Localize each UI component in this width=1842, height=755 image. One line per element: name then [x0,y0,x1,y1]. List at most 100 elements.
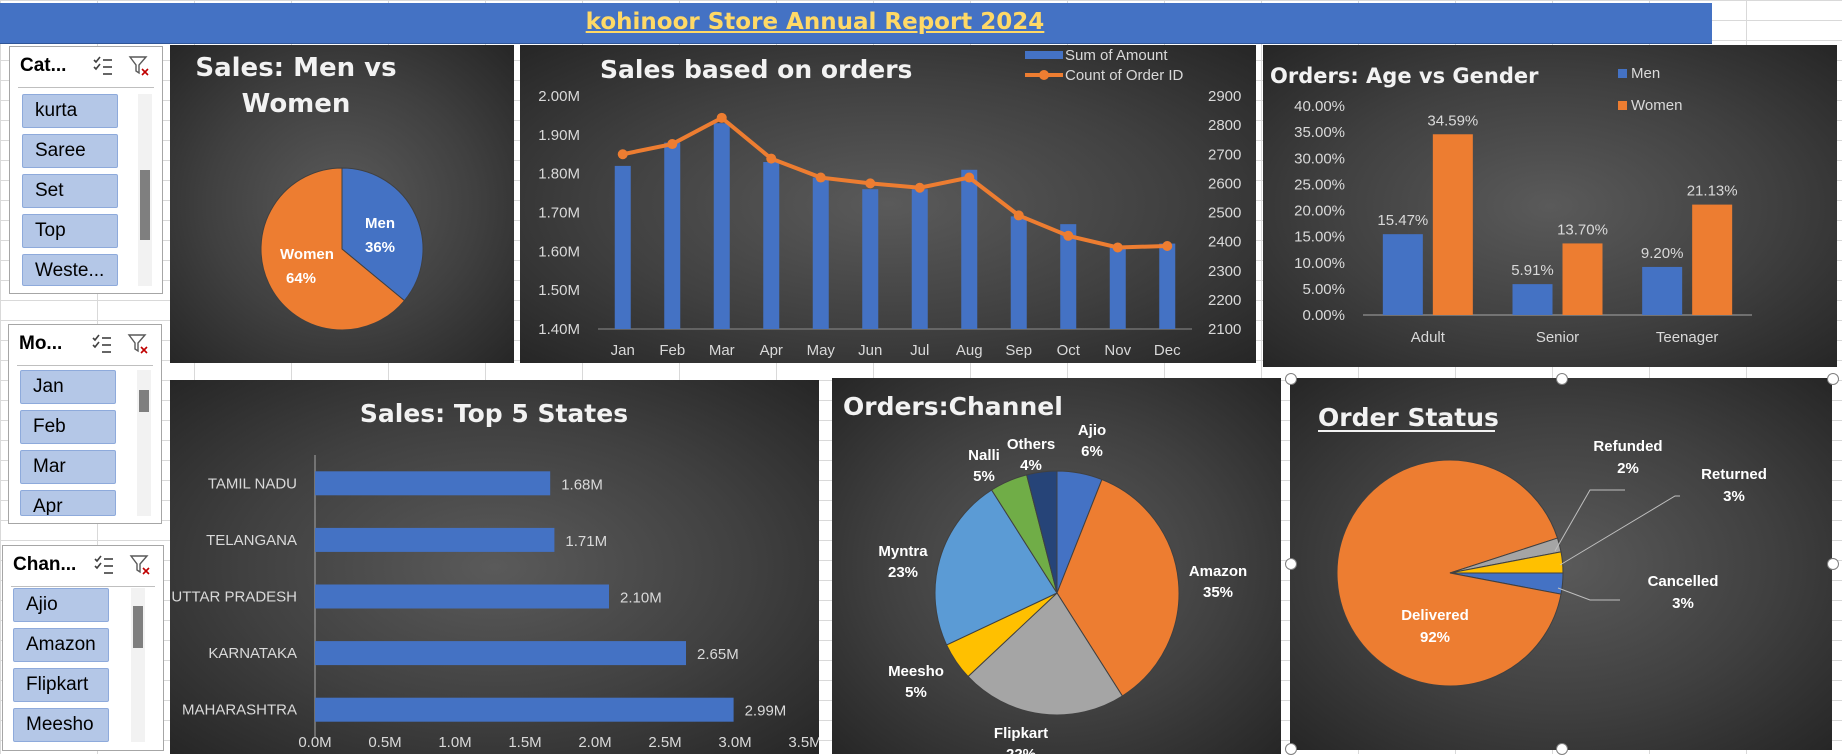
chart-title: Sales: Men vs [195,53,396,83]
y-tick-label: 1.80M [538,166,580,183]
data-label: 5% [973,468,995,485]
multi-select-icon[interactable] [91,333,113,355]
slicer-item[interactable]: Ajio [13,588,109,622]
slicer-scrollbar[interactable] [137,370,151,516]
y2-tick-label: 2100 [1208,321,1241,338]
resize-handle[interactable] [1285,373,1297,385]
x-tick-label: Senior [1536,329,1579,346]
legend-swatch [1618,69,1627,78]
slicer-scrollbar[interactable] [138,94,152,286]
y2-tick-label: 2900 [1208,88,1241,105]
resize-handle[interactable] [1827,558,1839,570]
y2-tick-label: 2700 [1208,146,1241,163]
x-tick-label: May [807,342,836,359]
slicer-item[interactable]: Weste... [22,254,118,286]
line-point [1013,210,1024,221]
legend-swatch [1039,70,1049,80]
y-tick-label: 1.70M [538,205,580,222]
clear-filter-icon[interactable] [129,554,151,576]
clear-filter-icon[interactable] [128,55,150,77]
data-label: 15.47% [1377,212,1428,229]
chart-channel: Orders:Channel Ajio 6% Amazon 35% Flipkart 22%… [832,378,1281,754]
data-label: 5% [905,684,927,701]
resize-handle[interactable] [1556,373,1568,385]
slicer-item[interactable]: Meesho [13,708,109,742]
legend-label: Women [1631,97,1682,114]
bar [1432,134,1473,315]
data-label: Flipkart [994,725,1048,742]
data-label: 9.20% [1641,245,1684,262]
data-label: Others [1007,436,1055,453]
x-tick-label: Feb [659,342,685,359]
line-point [1112,242,1123,253]
slicer-item[interactable]: Feb [20,410,116,444]
y-tick-label: 1.90M [538,127,580,144]
chart-title: Women [242,89,351,119]
leader-line [1559,495,1680,566]
x-tick-label: Mar [709,342,735,359]
slicer-scrollbar[interactable] [131,588,145,742]
y-tick-label: 30.00% [1294,150,1345,167]
x-tick-label: Teenager [1656,329,1719,346]
multi-select-icon[interactable] [93,554,115,576]
x-tick-label: Aug [956,342,983,359]
resize-handle[interactable] [1827,373,1839,385]
data-label: 5.91% [1511,262,1554,279]
bar [1109,247,1126,329]
slicer-item[interactable]: Top [22,214,118,248]
x-tick-label: 1.5M [508,734,541,751]
y2-tick-label: 2800 [1208,117,1241,134]
data-label: 3% [1723,488,1745,505]
bar [1562,243,1603,315]
slicer-item[interactable]: Jan [20,370,116,404]
report-title: kohinoor Store Annual Report 2024 [585,9,1045,35]
data-label: 1.71M [565,533,607,550]
slicer-item[interactable]: Mar [20,450,116,484]
slicer-item[interactable]: kurta [22,94,118,128]
slicer-channel[interactable]: Chan... Ajio Amazon Flipkart Meesho [2,545,164,751]
y-tick-label: 0.00% [1302,307,1345,324]
data-label: Myntra [878,543,928,560]
bar [812,177,829,329]
y2-tick-label: 2300 [1208,263,1241,280]
line-point [964,172,975,183]
slicer-item[interactable]: Flipkart [13,668,109,702]
slicer-item[interactable]: Set [22,174,118,208]
chart-men-women: Sales: Men vs Women Men 36% Women 64% [170,45,514,363]
resize-handle[interactable] [1285,743,1297,755]
y-tick-label: UTTAR PRADESH [171,589,297,606]
resize-handle[interactable] [1285,558,1297,570]
y-tick-label: 25.00% [1294,176,1345,193]
bar [315,697,734,722]
y2-tick-label: 2200 [1208,292,1241,309]
slicer-month[interactable]: Mo... Jan Feb Mar Apr [8,324,162,524]
data-label: 21.13% [1687,183,1738,200]
data-label: 36% [365,239,395,256]
x-tick-label: Jun [858,342,882,359]
x-tick-label: Oct [1057,342,1081,359]
x-tick-label: Adult [1411,329,1446,346]
bar [763,162,780,329]
slicer-item[interactable]: Saree [22,134,118,168]
data-label: 2% [1617,460,1639,477]
slicer-item[interactable]: Apr [20,490,116,516]
data-label: 2.10M [620,590,662,607]
y-tick-label: 20.00% [1294,203,1345,220]
slicer-item[interactable]: Amazon [13,628,109,662]
chart-age-gender: Orders: Age vs Gender 40.00% 35.00% 30.00% 2… [1263,45,1837,367]
chart-order-status[interactable]: Order Status Cancelled 3% Delivered 92% Refun… [1290,378,1832,750]
data-label: 1.68M [561,476,603,493]
multi-select-icon[interactable] [92,55,114,77]
y-tick-label: TELANGANA [206,532,297,549]
slicer-category[interactable]: Cat... kurta Saree Set Top Weste... [9,46,163,294]
x-tick-label: 3.0M [718,734,751,751]
line-point [865,178,876,189]
x-tick-label: 3.5M [788,734,819,751]
line-point [766,153,777,164]
y-tick-label: 1.40M [538,321,580,338]
chart-title: Order Status [1318,403,1499,432]
resize-handle[interactable] [1556,743,1568,755]
legend-swatch [1025,51,1063,59]
legend-swatch [1618,101,1627,110]
clear-filter-icon[interactable] [127,333,149,355]
